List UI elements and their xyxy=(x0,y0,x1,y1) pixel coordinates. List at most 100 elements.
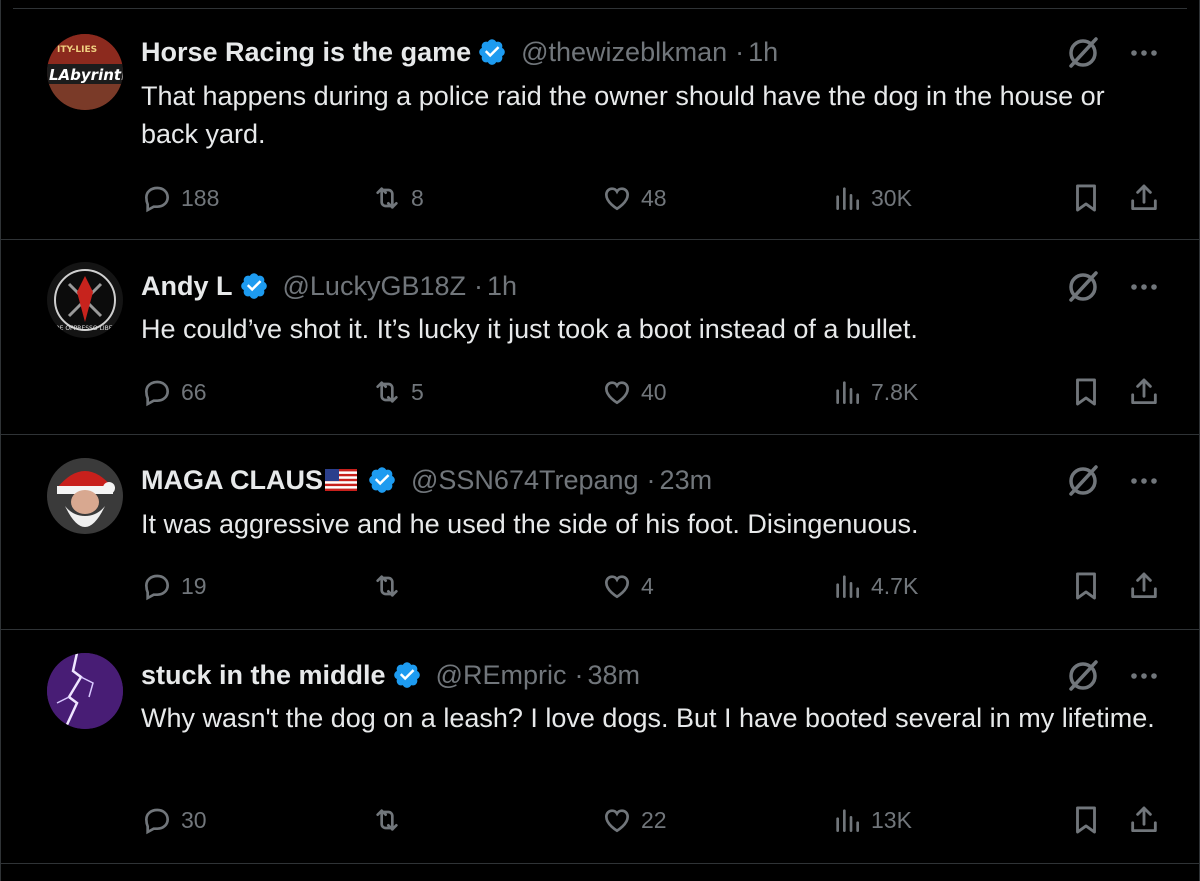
tweet[interactable]: ITY-LIES LAbyrinth Horse Racing is the g… xyxy=(1,9,1200,240)
more-options-icon[interactable] xyxy=(1127,659,1161,693)
reply-button[interactable]: 30 xyxy=(141,800,207,840)
grok-icon[interactable] xyxy=(1063,461,1103,501)
share-icon xyxy=(1131,184,1157,211)
heart-icon xyxy=(604,381,630,405)
user-handle[interactable]: @thewizeblkman xyxy=(521,35,727,69)
tweet-text: Why wasn't the dog on a leash? I love do… xyxy=(141,703,1155,733)
tweet-header: Andy L @LuckyGB18Z · 1h xyxy=(141,269,517,303)
display-name[interactable]: Andy L xyxy=(141,269,233,303)
views-button[interactable]: 13K xyxy=(831,800,912,840)
reply-icon xyxy=(144,186,170,213)
grok-icon[interactable] xyxy=(1063,656,1103,696)
retweet-button[interactable]: 8 xyxy=(371,178,424,218)
timestamp[interactable]: 38m xyxy=(587,658,640,692)
bar-chart-icon xyxy=(836,575,859,598)
tweet[interactable]: stuck in the middle @REmpric · 38m Why w… xyxy=(1,630,1200,864)
separator: · xyxy=(574,660,584,690)
share-button[interactable] xyxy=(1127,178,1161,218)
like-count: 4 xyxy=(641,572,654,599)
bookmark-button[interactable] xyxy=(1069,178,1103,218)
bookmark-icon xyxy=(1076,806,1096,834)
tweet-text: He could’ve shot it. It’s lucky it just … xyxy=(141,314,918,344)
like-button[interactable]: 48 xyxy=(601,178,667,218)
like-button[interactable]: 40 xyxy=(601,372,667,412)
bar-chart-icon xyxy=(836,809,859,832)
tweet-actions: 188 8 48 30K xyxy=(141,178,1161,218)
retweet-button[interactable]: 5 xyxy=(371,372,424,412)
tweet[interactable]: MAGA CLAUS @SSN674Trepang · 23m It was a… xyxy=(1,435,1200,630)
reply-count: 30 xyxy=(181,806,207,833)
bookmark-button[interactable] xyxy=(1069,566,1103,606)
views-button[interactable]: 4.7K xyxy=(831,566,918,606)
svg-text:ITY-LIES: ITY-LIES xyxy=(57,45,97,55)
like-count: 22 xyxy=(641,806,667,833)
tweet-text: It was aggressive and he used the side o… xyxy=(141,509,919,539)
tweet-top-actions xyxy=(1063,33,1161,73)
avatar[interactable] xyxy=(47,653,123,729)
retweet-icon xyxy=(376,809,398,831)
like-count: 48 xyxy=(641,184,667,211)
display-name[interactable]: MAGA CLAUS xyxy=(141,463,323,497)
view-count: 30K xyxy=(871,184,912,211)
views-button[interactable]: 7.8K xyxy=(831,372,918,412)
bookmark-button[interactable] xyxy=(1069,800,1103,840)
avatar[interactable]: DE OPPRESSO LIBER xyxy=(47,262,123,338)
timestamp[interactable]: 1h xyxy=(748,35,778,69)
like-button[interactable]: 22 xyxy=(601,800,667,840)
grok-icon[interactable] xyxy=(1063,267,1103,307)
retweet-count: 8 xyxy=(411,184,424,211)
bookmark-button[interactable] xyxy=(1069,372,1103,412)
retweet-icon xyxy=(376,575,398,597)
timestamp[interactable]: 23m xyxy=(660,463,713,497)
tweet-actions: 30 22 13K xyxy=(141,800,1161,840)
retweet-button[interactable] xyxy=(371,800,411,840)
views-button[interactable]: 30K xyxy=(831,178,912,218)
separator: · xyxy=(473,271,483,301)
verified-badge-icon xyxy=(393,662,420,688)
retweet-button[interactable] xyxy=(371,566,411,606)
more-options-icon[interactable] xyxy=(1127,270,1161,304)
like-button[interactable]: 4 xyxy=(601,566,654,606)
tweet-top-actions xyxy=(1063,461,1161,501)
avatar[interactable]: ITY-LIES LAbyrinth xyxy=(47,34,123,110)
tweet[interactable]: DE OPPRESSO LIBER Andy L @LuckyGB18Z · 1… xyxy=(1,240,1200,435)
display-name[interactable]: Horse Racing is the game xyxy=(141,35,471,69)
share-button[interactable] xyxy=(1127,566,1161,606)
grok-icon[interactable] xyxy=(1063,33,1103,73)
bookmark-icon xyxy=(1076,378,1096,406)
reply-icon xyxy=(144,808,170,835)
share-button[interactable] xyxy=(1127,800,1161,840)
reply-icon xyxy=(144,380,170,407)
separator: · xyxy=(646,465,656,495)
tweet-actions: 66 5 40 7.8K xyxy=(141,372,1161,412)
user-handle[interactable]: @REmpric xyxy=(436,658,567,692)
reply-count: 188 xyxy=(181,184,220,211)
bar-chart-icon xyxy=(836,187,859,210)
avatar[interactable] xyxy=(47,458,123,534)
verified-badge-icon xyxy=(240,273,267,299)
tweet-header: stuck in the middle @REmpric · 38m xyxy=(141,658,640,692)
heart-icon xyxy=(604,809,630,833)
bar-chart-icon xyxy=(836,381,859,404)
view-count: 13K xyxy=(871,806,912,833)
share-icon xyxy=(1131,572,1157,599)
more-options-icon[interactable] xyxy=(1127,36,1161,70)
separator: · xyxy=(735,37,745,67)
reply-button[interactable]: 188 xyxy=(141,178,219,218)
timestamp[interactable]: 1h xyxy=(487,269,517,303)
retweet-icon xyxy=(376,187,398,209)
user-handle[interactable]: @LuckyGB18Z xyxy=(283,269,466,303)
display-name[interactable]: stuck in the middle xyxy=(141,658,386,692)
reply-button[interactable]: 66 xyxy=(141,372,207,412)
tweet-top-actions xyxy=(1063,267,1161,307)
more-options-icon[interactable] xyxy=(1127,464,1161,498)
reply-button[interactable]: 19 xyxy=(141,566,207,606)
bookmark-icon xyxy=(1076,184,1096,212)
retweet-count: 5 xyxy=(411,378,424,405)
view-count: 4.7K xyxy=(871,572,919,599)
user-handle[interactable]: @SSN674Trepang xyxy=(411,463,639,497)
verified-badge-icon xyxy=(479,39,505,65)
share-icon xyxy=(1131,378,1157,405)
heart-icon xyxy=(604,575,630,599)
share-button[interactable] xyxy=(1127,372,1161,412)
